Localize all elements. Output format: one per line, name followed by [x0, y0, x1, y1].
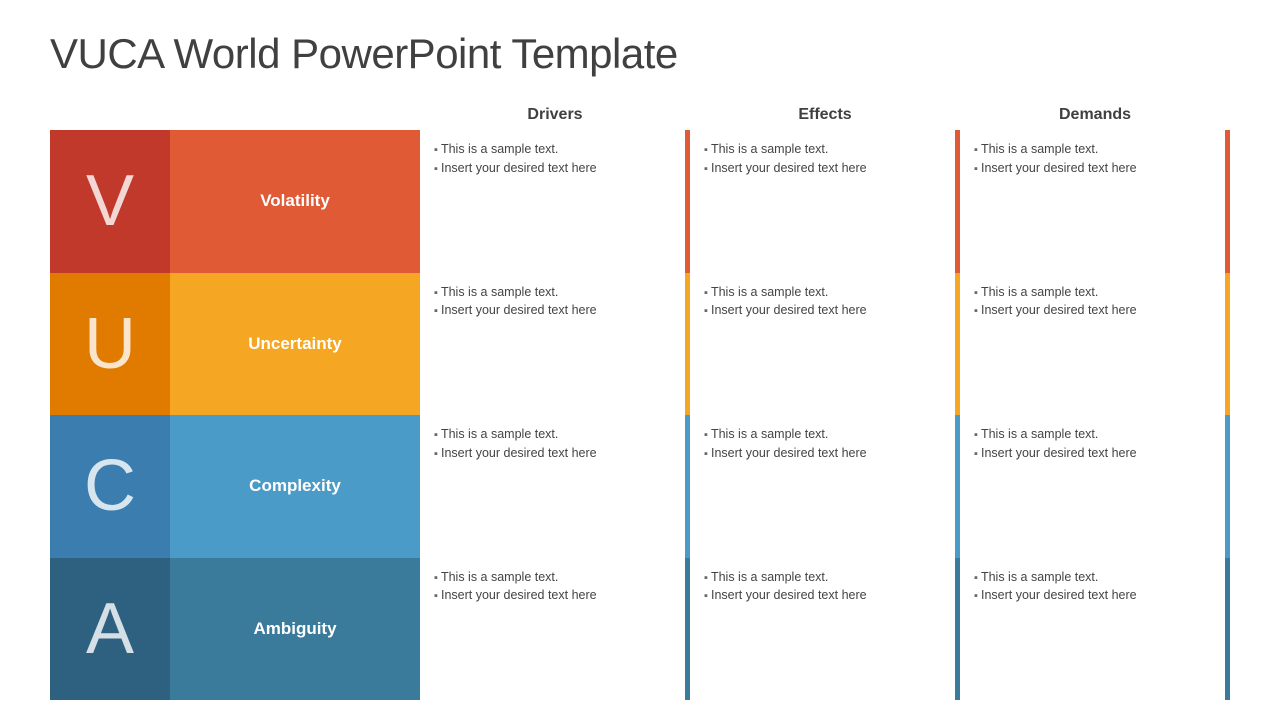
right-edge-bar — [1225, 130, 1230, 700]
letter-v: V — [50, 130, 170, 273]
cell-drivers-c: This is a sample text.Insert your desire… — [420, 415, 685, 558]
letter-c: C — [50, 415, 170, 558]
col-effects: This is a sample text.Insert your desire… — [690, 130, 955, 700]
sample-text-line2: Insert your desired text here — [704, 444, 941, 463]
cell-demands-c: This is a sample text.Insert your desire… — [960, 415, 1225, 558]
cell-drivers-u: This is a sample text.Insert your desire… — [420, 273, 685, 416]
sample-text-line2: Insert your desired text here — [704, 159, 941, 178]
cell-effects-u: This is a sample text.Insert your desire… — [690, 273, 955, 416]
cell-effects-a: This is a sample text.Insert your desire… — [690, 558, 955, 701]
left-row-a: AAmbiguity — [50, 558, 420, 701]
column-headers: Drivers Effects Demands — [420, 106, 1230, 124]
label-ambiguity: Ambiguity — [170, 558, 420, 701]
left-panel: VVolatilityUUncertaintyCComplexityAAmbig… — [50, 130, 420, 700]
sample-text-line2: Insert your desired text here — [704, 301, 941, 320]
label-complexity: Complexity — [170, 415, 420, 558]
sample-text-line2: Insert your desired text here — [434, 301, 671, 320]
cell-effects-v: This is a sample text.Insert your desire… — [690, 130, 955, 273]
sample-text-line1: This is a sample text. — [974, 140, 1211, 159]
sample-text-line1: This is a sample text. — [704, 283, 941, 302]
cell-drivers-v: This is a sample text.Insert your desire… — [420, 130, 685, 273]
left-row-u: UUncertainty — [50, 273, 420, 416]
cell-drivers-a: This is a sample text.Insert your desire… — [420, 558, 685, 701]
col-header-effects: Effects — [690, 106, 960, 124]
cell-demands-u: This is a sample text.Insert your desire… — [960, 273, 1225, 416]
sample-text-line1: This is a sample text. — [434, 568, 671, 587]
sample-text-line1: This is a sample text. — [974, 283, 1211, 302]
sample-text-line2: Insert your desired text here — [974, 301, 1211, 320]
left-row-c: CComplexity — [50, 415, 420, 558]
cell-demands-v: This is a sample text.Insert your desire… — [960, 130, 1225, 273]
cell-demands-a: This is a sample text.Insert your desire… — [960, 558, 1225, 701]
col-header-demands: Demands — [960, 106, 1230, 124]
sample-text-line2: Insert your desired text here — [974, 586, 1211, 605]
col-demands: This is a sample text.Insert your desire… — [960, 130, 1225, 700]
page-title: VUCA World PowerPoint Template — [50, 30, 1230, 78]
label-uncertainty: Uncertainty — [170, 273, 420, 416]
sample-text-line1: This is a sample text. — [434, 425, 671, 444]
sample-text-line2: Insert your desired text here — [434, 444, 671, 463]
left-row-v: VVolatility — [50, 130, 420, 273]
sample-text-line1: This is a sample text. — [704, 140, 941, 159]
sample-text-line2: Insert your desired text here — [434, 586, 671, 605]
sample-text-line2: Insert your desired text here — [704, 586, 941, 605]
letter-u: U — [50, 273, 170, 416]
sample-text-line1: This is a sample text. — [434, 283, 671, 302]
label-volatility: Volatility — [170, 130, 420, 273]
right-panel: This is a sample text.Insert your desire… — [420, 130, 1230, 700]
sample-text-line1: This is a sample text. — [974, 425, 1211, 444]
sample-text-line2: Insert your desired text here — [434, 159, 671, 178]
sample-text-line1: This is a sample text. — [704, 425, 941, 444]
sample-text-line1: This is a sample text. — [974, 568, 1211, 587]
cell-effects-c: This is a sample text.Insert your desire… — [690, 415, 955, 558]
sample-text-line1: This is a sample text. — [704, 568, 941, 587]
letter-a: A — [50, 558, 170, 701]
sample-text-line1: This is a sample text. — [434, 140, 671, 159]
table-container: Drivers Effects Demands VVolatilityUUnce… — [50, 106, 1230, 700]
sample-text-line2: Insert your desired text here — [974, 444, 1211, 463]
table-body: VVolatilityUUncertaintyCComplexityAAmbig… — [50, 130, 1230, 700]
col-header-drivers: Drivers — [420, 106, 690, 124]
col-drivers: This is a sample text.Insert your desire… — [420, 130, 685, 700]
sample-text-line2: Insert your desired text here — [974, 159, 1211, 178]
